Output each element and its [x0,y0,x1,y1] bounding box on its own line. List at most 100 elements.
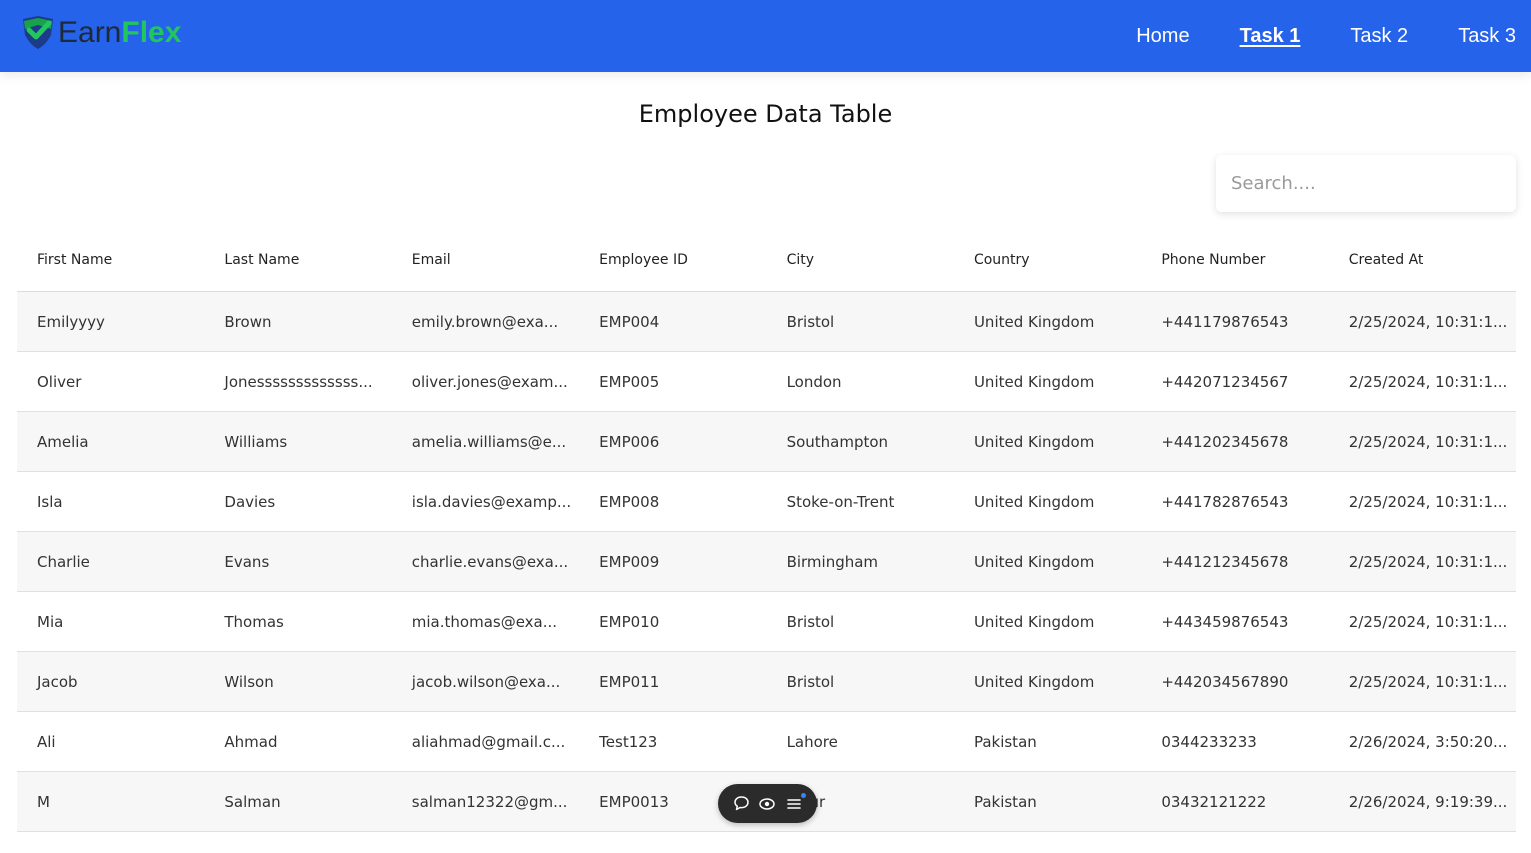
cell-phone-number: +442071234567 [1161,372,1289,391]
cell-phone-number: 03432121222 [1161,792,1267,811]
table-row[interactable]: Amelia Williams amelia.williams@e... EMP006… [17,412,1516,472]
cell-first-name: Oliver [37,372,82,391]
cell-last-name: Thomas [224,612,284,631]
table-body: Emilyyyy Brown emily.brown@exa... EMP004 Bri… [17,292,1516,832]
page-title: Employee Data Table [638,100,893,128]
cell-employee-id: EMP005 [599,372,660,391]
cell-first-name: Jacob [37,672,78,691]
cell-city: Birmingham [786,552,879,571]
cell-country: United Kingdom [973,552,1095,571]
column-header-city[interactable]: City [767,252,954,268]
nav-link-task-3[interactable]: Task 3 [1458,25,1516,48]
cell-employee-id: EMP004 [599,312,660,331]
employee-table: First Name Last Name Email Employee ID City C… [17,229,1516,832]
cell-city: Lahore [786,732,838,751]
cell-employee-id: EMP010 [599,612,660,631]
cell-employee-id: EMP006 [599,432,660,451]
cell-last-name: Brown [224,312,272,331]
nav-link-home[interactable]: Home [1136,25,1189,48]
cell-employee-id: EMP011 [599,672,660,691]
cell-phone-number: +442034567890 [1161,672,1289,691]
cell-employee-id: EMP009 [599,552,660,571]
cell-last-name: Evans [224,552,270,571]
column-header-first-name[interactable]: First Name [17,252,204,268]
cell-created-at: 2/25/2024, 10:31:1... [1348,492,1508,511]
table-row[interactable]: Jacob Wilson jacob.wilson@exa... EMP011 Bris… [17,652,1516,712]
top-navbar: EarnFlex Home Task 1 Task 2 Task 3 [0,0,1531,72]
notification-dot [800,792,806,798]
cell-created-at: 2/26/2024, 3:50:20... [1348,732,1508,751]
cell-last-name: Williams [224,432,288,451]
nav-link-task-1[interactable]: Task 1 [1240,25,1301,48]
column-header-employee-id[interactable]: Employee ID [579,252,766,268]
cell-phone-number: +443459876543 [1161,612,1289,631]
floating-toolbar [718,784,817,823]
cell-phone-number: 0344233233 [1161,732,1257,751]
cell-email: charlie.evans@exa... [411,552,569,571]
cell-employee-id: Test123 [599,732,658,751]
cell-phone-number: +441782876543 [1161,492,1289,511]
cell-city: Bristol [786,312,835,331]
cell-last-name: Jonesssssssssssss... [224,372,373,391]
cell-created-at: 2/25/2024, 10:31:1... [1348,432,1508,451]
column-header-last-name[interactable]: Last Name [204,252,391,268]
table-row[interactable]: Mia Thomas mia.thomas@exa... EMP010 Bristol U… [17,592,1516,652]
brand-earn-text: Earn [58,16,122,49]
cell-country: United Kingdom [973,432,1095,451]
cell-city: Bristol [786,672,835,691]
cell-created-at: 2/25/2024, 10:31:1... [1348,612,1508,631]
nav-link-task-2[interactable]: Task 2 [1350,25,1408,48]
search-box [1216,155,1516,212]
shield-check-logo-icon [23,16,53,49]
cell-first-name: Isla [37,492,63,511]
table-header: First Name Last Name Email Employee ID City C… [17,229,1516,292]
column-header-email[interactable]: Email [392,252,579,268]
nav-links: Home Task 1 Task 2 Task 3 [1086,0,1516,72]
cell-phone-number: +441202345678 [1161,432,1289,451]
cell-last-name: Salman [224,792,281,811]
menu-list-icon[interactable] [785,792,806,813]
column-header-country[interactable]: Country [954,252,1141,268]
cell-email: amelia.williams@e... [411,432,567,451]
cell-city: Stoke-on-Trent [786,492,895,511]
cell-created-at: 2/25/2024, 10:31:1... [1348,312,1508,331]
cell-country: Pakistan [973,792,1037,811]
cell-first-name: Charlie [37,552,90,571]
table-row[interactable]: Emilyyyy Brown emily.brown@exa... EMP004 Bri… [17,292,1516,352]
cell-email: mia.thomas@exa... [411,612,558,631]
cell-first-name: Ali [37,732,56,751]
cell-email: aliahmad@gmail.c... [411,732,566,751]
cell-phone-number: +441212345678 [1161,552,1289,571]
cell-created-at: 2/25/2024, 10:31:1... [1348,672,1508,691]
cell-email: salman12322@gm... [411,792,568,811]
cell-first-name: M [37,792,50,811]
eye-icon[interactable] [758,795,776,813]
cell-country: United Kingdom [973,492,1095,511]
cell-first-name: Amelia [37,432,89,451]
brand-flex-text: Flex [121,16,182,49]
cell-city: Southampton [786,432,889,451]
cell-last-name: Ahmad [224,732,278,751]
cell-created-at: 2/26/2024, 9:19:39... [1348,792,1508,811]
cell-email: jacob.wilson@exa... [411,672,561,691]
cell-email: oliver.jones@exam... [411,372,568,391]
table-row[interactable]: Charlie Evans charlie.evans@exa... EMP009 Bi… [17,532,1516,592]
cell-employee-id: EMP008 [599,492,660,511]
cell-country: Pakistan [973,732,1037,751]
cell-created-at: 2/25/2024, 10:31:1... [1348,372,1508,391]
cell-created-at: 2/25/2024, 10:31:1... [1348,552,1508,571]
table-row[interactable]: Ali Ahmad aliahmad@gmail.c... Test123 Lahore… [17,712,1516,772]
column-header-created-at[interactable]: Created At [1329,252,1516,268]
table-row[interactable]: Isla Davies isla.davies@examp... EMP008 Stok… [17,472,1516,532]
cell-phone-number: +441179876543 [1161,312,1289,331]
brand-logo[interactable]: EarnFlex [20,13,181,53]
cell-country: United Kingdom [973,312,1095,331]
brand-name: EarnFlex [58,16,181,50]
column-header-phone-number[interactable]: Phone Number [1141,252,1328,268]
cell-last-name: Davies [224,492,276,511]
chat-bubble-icon[interactable] [732,795,750,813]
cell-city: Bristol [786,612,835,631]
cell-first-name: Emilyyyy [37,312,105,331]
table-row[interactable]: Oliver Jonesssssssssssss... oliver.jones@e… [17,352,1516,412]
search-input[interactable] [1231,173,1501,194]
